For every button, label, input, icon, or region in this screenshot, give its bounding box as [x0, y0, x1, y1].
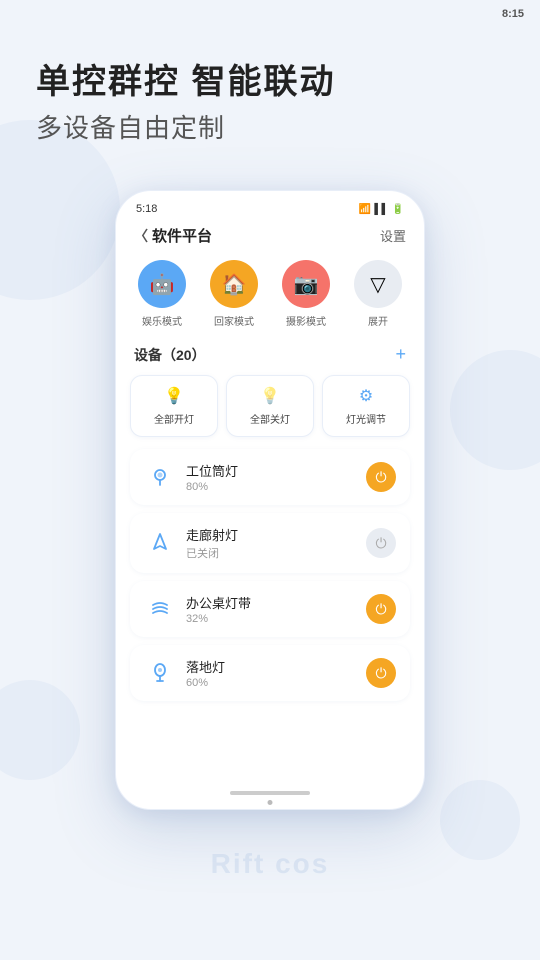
device-item-1[interactable]: 工位筒灯 80% ⏻ — [130, 449, 410, 505]
device-icon-2 — [144, 527, 176, 559]
quick-btn-adjust[interactable]: ⚙ 灯光调节 — [322, 375, 410, 437]
device-list: 工位筒灯 80% ⏻ 走廊射灯 已关闭 ⏻ — [116, 449, 424, 701]
chevron-left-icon: 〈 — [134, 226, 148, 246]
all-off-icon: 💡 — [260, 386, 280, 406]
device-name-3: 办公桌灯带 — [186, 593, 356, 612]
hero-title: 单控群控 智能联动 — [36, 60, 335, 104]
battery-icon: 🔋 — [392, 204, 404, 215]
device-power-2[interactable]: ⏻ — [366, 528, 396, 558]
mode-icon-expand: ▽ — [354, 260, 402, 308]
device-power-4[interactable]: ⏻ — [366, 658, 396, 688]
watermark: Rift cos — [211, 848, 330, 880]
phone-header: 〈 软件平台 设置 — [116, 219, 424, 256]
bg-decor-circle-4 — [440, 780, 520, 860]
hero-subtitle: 多设备自由定制 — [36, 108, 335, 145]
device-icon-4 — [144, 657, 176, 689]
device-status-3: 32% — [186, 613, 356, 625]
mode-label-home: 回家模式 — [214, 313, 254, 328]
device-name-2: 走廊射灯 — [186, 525, 356, 544]
phone-mockup: 5:18 📶 ▌▌ 🔋 〈 软件平台 设置 🤖 娱乐模式 🏠 回家模式 📷 摄影… — [115, 190, 425, 810]
all-on-icon: 💡 — [164, 386, 184, 406]
device-name-1: 工位筒灯 — [186, 461, 356, 480]
adjust-label: 灯光调节 — [346, 411, 386, 426]
mode-icon-photo: 📷 — [282, 260, 330, 308]
device-power-3[interactable]: ⏻ — [366, 594, 396, 624]
mode-item-home[interactable]: 🏠 回家模式 — [210, 260, 258, 328]
modes-row: 🤖 娱乐模式 🏠 回家模式 📷 摄影模式 ▽ 展开 — [116, 256, 424, 340]
devices-header: 设备（20） + — [116, 340, 424, 375]
device-item-3[interactable]: 办公桌灯带 32% ⏻ — [130, 581, 410, 637]
status-bar: 8:15 — [486, 0, 540, 28]
device-power-1[interactable]: ⏻ — [366, 462, 396, 492]
mode-label-photo: 摄影模式 — [286, 313, 326, 328]
page-dot — [268, 800, 273, 805]
wifi-icon: 📶 — [359, 204, 371, 215]
status-time: 8:15 — [502, 8, 524, 20]
device-name-4: 落地灯 — [186, 657, 356, 676]
mode-icon-home: 🏠 — [210, 260, 258, 308]
all-on-label: 全部开灯 — [154, 411, 194, 426]
device-icon-1 — [144, 461, 176, 493]
all-off-label: 全部关灯 — [250, 411, 290, 426]
phone-settings-button[interactable]: 设置 — [380, 226, 406, 245]
home-indicator — [230, 791, 310, 795]
signal-icon: ▌▌ — [374, 204, 388, 215]
bg-decor-circle-1 — [0, 120, 120, 300]
devices-add-button[interactable]: + — [395, 344, 406, 365]
bg-decor-circle-3 — [0, 680, 80, 780]
device-status-1: 80% — [186, 481, 356, 493]
mode-item-expand[interactable]: ▽ 展开 — [354, 260, 402, 328]
device-icon-3 — [144, 593, 176, 625]
phone-back-button[interactable]: 〈 软件平台 — [134, 225, 212, 246]
bg-decor-circle-2 — [450, 350, 540, 470]
devices-title: 设备（20） — [134, 345, 206, 365]
device-status-2: 已关闭 — [186, 545, 356, 561]
device-info-1: 工位筒灯 80% — [186, 461, 356, 493]
quick-btn-all-on[interactable]: 💡 全部开灯 — [130, 375, 218, 437]
phone-status-bar: 5:18 📶 ▌▌ 🔋 — [116, 191, 424, 219]
phone-status-icons: 📶 ▌▌ 🔋 — [359, 204, 404, 215]
mode-item-entertainment[interactable]: 🤖 娱乐模式 — [138, 260, 186, 328]
adjust-icon: ⚙ — [359, 386, 373, 406]
device-item-2[interactable]: 走廊射灯 已关闭 ⏻ — [130, 513, 410, 573]
device-item-4[interactable]: 落地灯 60% ⏻ — [130, 645, 410, 701]
quick-actions: 💡 全部开灯 💡 全部关灯 ⚙ 灯光调节 — [116, 375, 424, 449]
quick-btn-all-off[interactable]: 💡 全部关灯 — [226, 375, 314, 437]
mode-item-photo[interactable]: 📷 摄影模式 — [282, 260, 330, 328]
hero-section: 单控群控 智能联动 多设备自由定制 — [36, 60, 335, 145]
phone-time: 5:18 — [136, 203, 157, 215]
mode-icon-entertainment: 🤖 — [138, 260, 186, 308]
device-status-4: 60% — [186, 677, 356, 689]
mode-label-expand: 展开 — [368, 313, 388, 328]
device-info-4: 落地灯 60% — [186, 657, 356, 689]
mode-label-entertainment: 娱乐模式 — [142, 313, 182, 328]
phone-page-title: 软件平台 — [152, 225, 212, 246]
device-info-3: 办公桌灯带 32% — [186, 593, 356, 625]
device-info-2: 走廊射灯 已关闭 — [186, 525, 356, 561]
